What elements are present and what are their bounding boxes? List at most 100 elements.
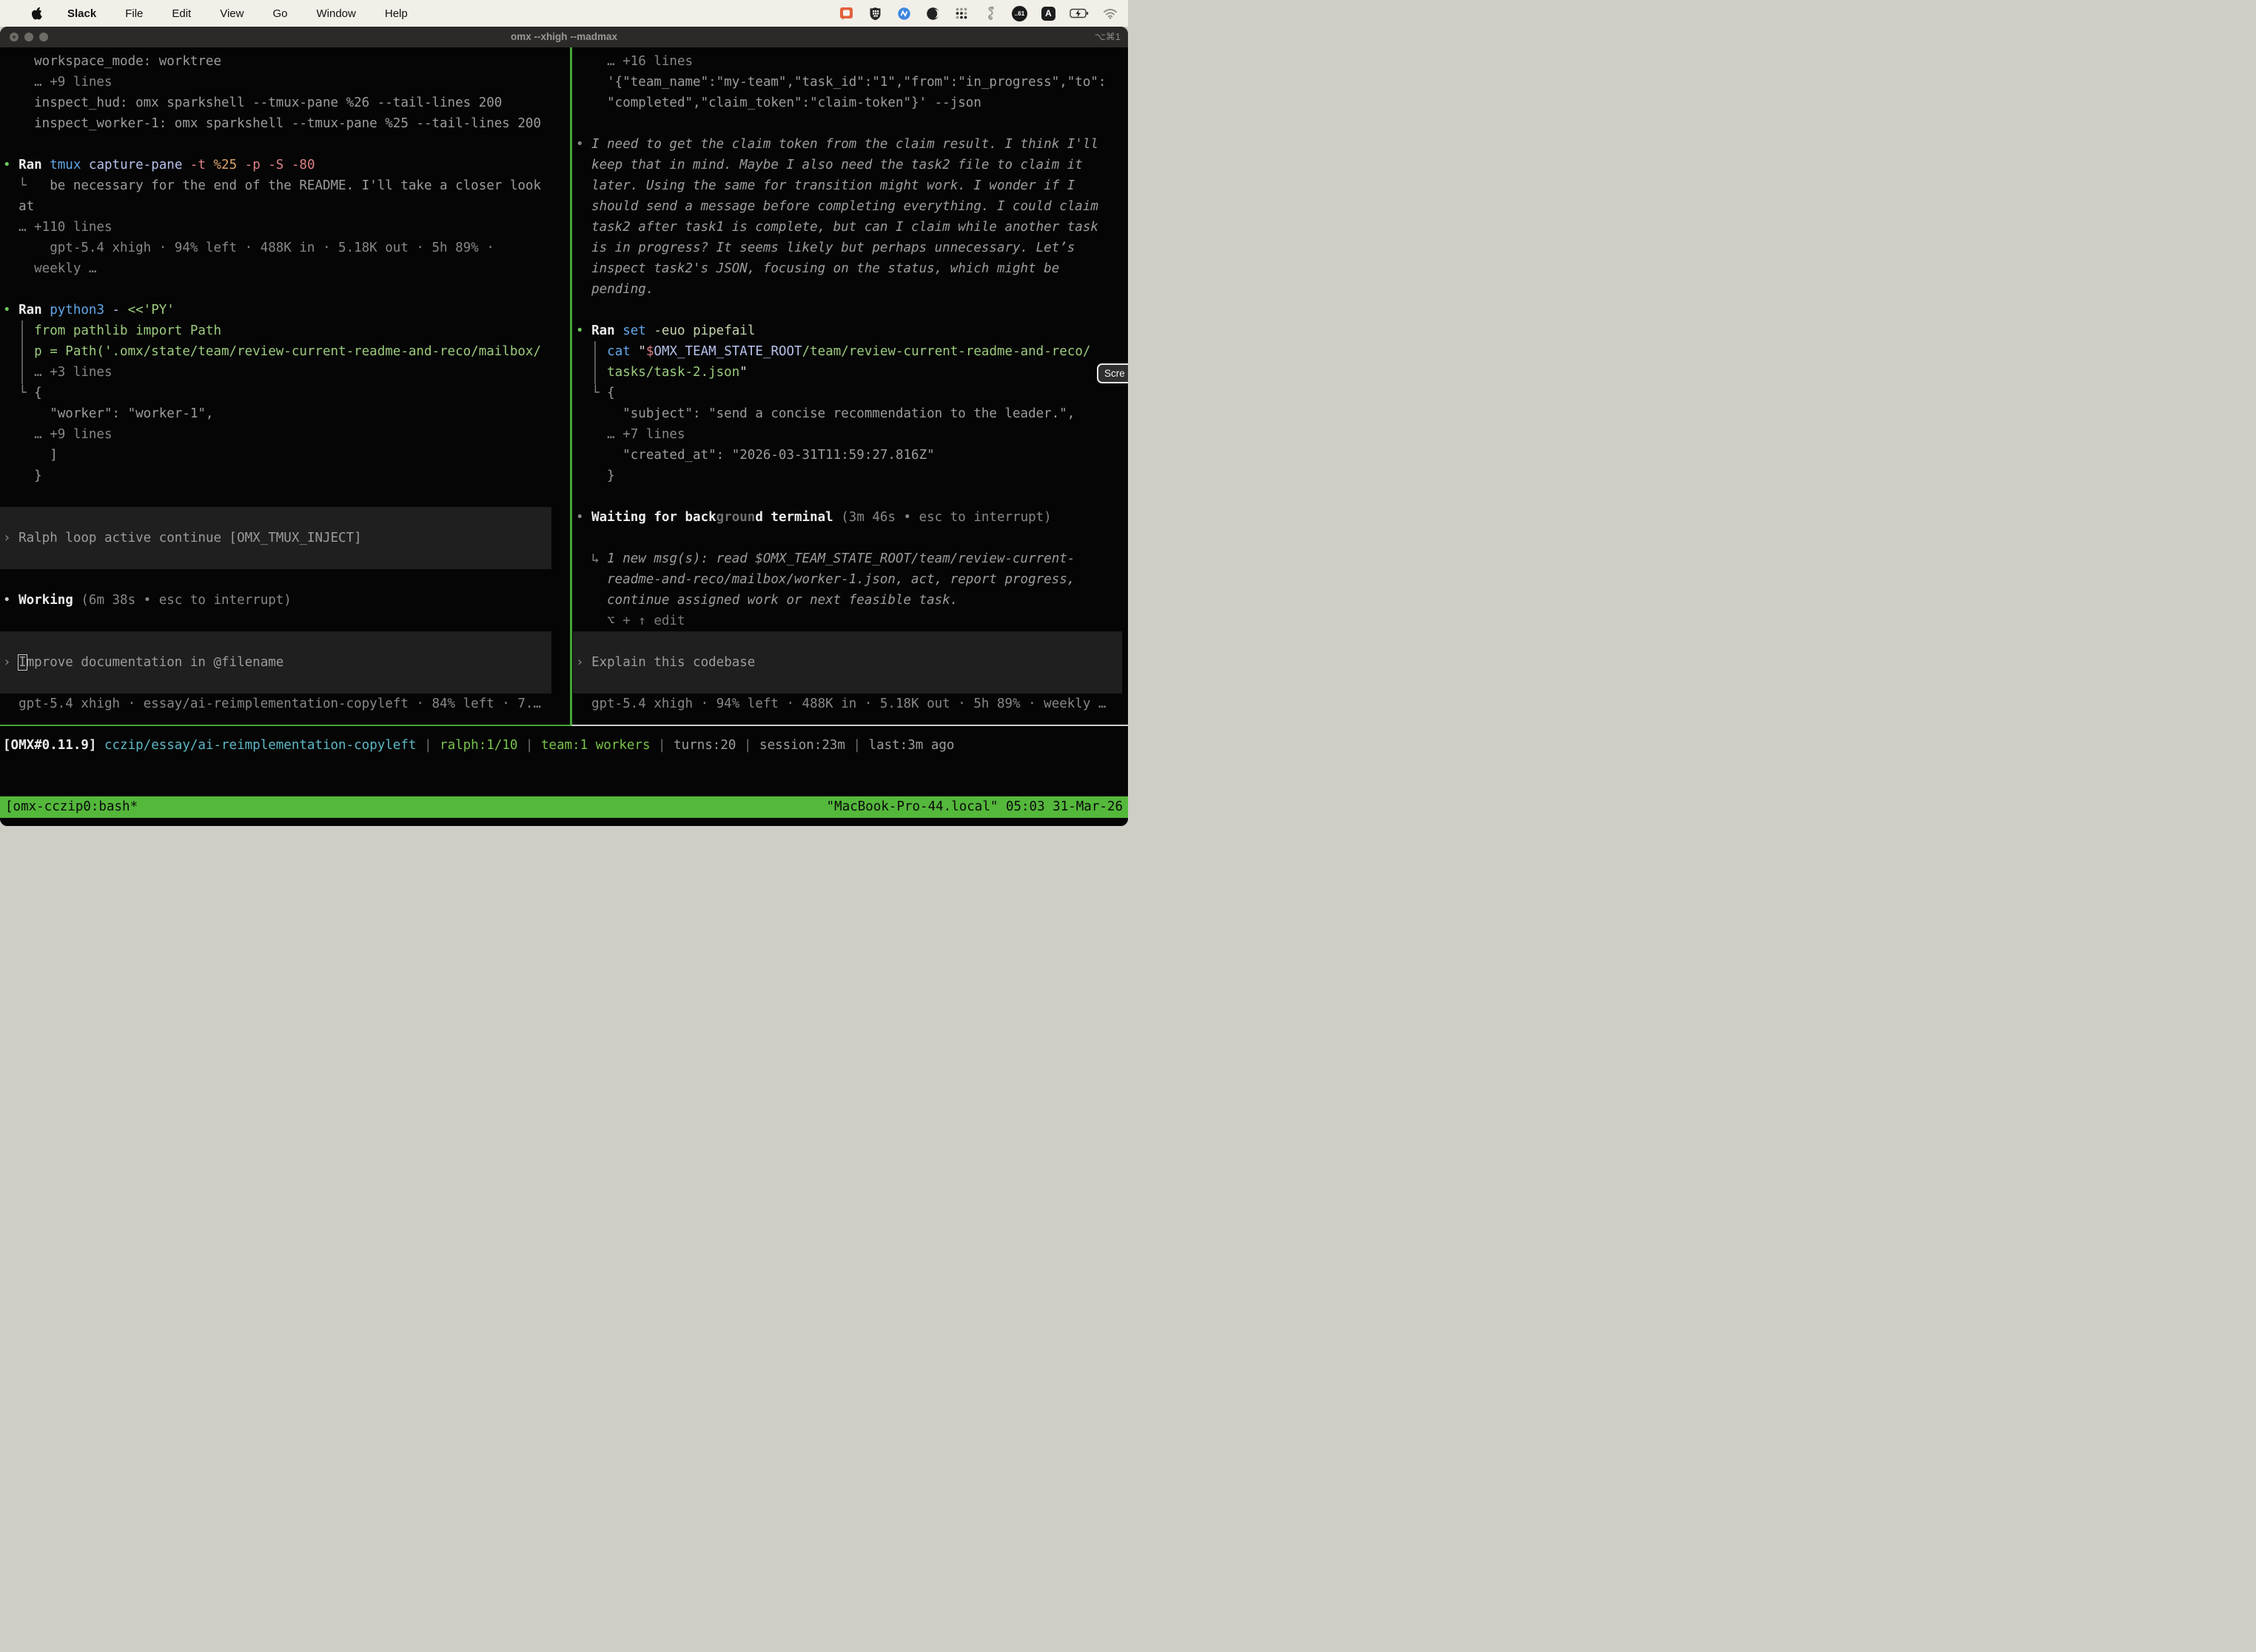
terminal-line: keep that in mind. Maybe I also need the… bbox=[576, 155, 1128, 175]
right-pane-lines: … +16 lines '{"team_name":"my-team","tas… bbox=[576, 51, 1128, 714]
tmux-host-clock: "MacBook-Pro-44.local" 05:03 31-Mar-26 bbox=[827, 796, 1123, 818]
terminal-line: [OMX#0.11.9] cczip/essay/ai-reimplementa… bbox=[3, 735, 1128, 756]
tmux-status-bar: [omx-cczip0:bash* "MacBook-Pro-44.local"… bbox=[0, 796, 1128, 818]
pane-divider[interactable] bbox=[570, 47, 572, 726]
terminal-line bbox=[3, 548, 570, 569]
terminal-line: readme-and-reco/mailbox/worker-1.json, a… bbox=[576, 569, 1128, 590]
terminal-line bbox=[576, 631, 1128, 652]
terminal-line bbox=[3, 279, 570, 300]
terminal-line: • Ran python3 - <<'PY' bbox=[3, 300, 570, 320]
terminal-line: weekly … bbox=[3, 258, 570, 279]
terminal-line bbox=[576, 528, 1128, 548]
terminal-line: continue assigned work or next feasible … bbox=[576, 590, 1128, 611]
terminal-line bbox=[3, 507, 570, 528]
terminal-line bbox=[576, 113, 1128, 134]
terminal-line bbox=[3, 486, 570, 507]
terminal-line: "subject": "send a concise recommendatio… bbox=[576, 403, 1128, 424]
menu-item-help[interactable]: Help bbox=[385, 7, 408, 20]
terminal-line: └ be necessary for the end of the README… bbox=[3, 175, 570, 196]
terminal-line: … +9 lines bbox=[3, 72, 570, 93]
terminal-line: … +9 lines bbox=[3, 424, 570, 445]
screen-tooltip: Scre bbox=[1097, 363, 1128, 383]
terminal-line: task2 after task1 is complete, but can I… bbox=[576, 217, 1128, 238]
pane-border-inactive bbox=[571, 725, 1128, 726]
terminal-line: tasks/task-2.json" bbox=[576, 362, 1128, 383]
terminal-line: • Waiting for background terminal (3m 46… bbox=[576, 507, 1128, 528]
terminal-line: › Improve documentation in @filename bbox=[3, 652, 570, 673]
terminal-line: … +3 lines bbox=[3, 362, 570, 383]
terminal-line: } bbox=[576, 466, 1128, 486]
menu-item-go[interactable]: Go bbox=[272, 7, 287, 20]
shield-grid-icon[interactable] bbox=[867, 6, 882, 21]
terminal-line bbox=[3, 569, 570, 590]
terminal-line: • Ran set -euo pipefail bbox=[576, 320, 1128, 341]
dots-grid-icon[interactable] bbox=[954, 6, 969, 21]
terminal-content: workspace_mode: worktree … +9 lines insp… bbox=[0, 47, 1128, 796]
omx-hud-status: [OMX#0.11.9] cczip/essay/ai-reimplementa… bbox=[0, 735, 1128, 756]
terminal-line: … +7 lines bbox=[576, 424, 1128, 445]
terminal-line: p = Path('.omx/state/team/review-current… bbox=[3, 341, 570, 362]
pane-left[interactable]: workspace_mode: worktree … +9 lines insp… bbox=[0, 47, 570, 725]
terminal-line: later. Using the same for transition mig… bbox=[576, 175, 1128, 196]
chat-app-icon[interactable] bbox=[839, 6, 853, 21]
terminal-line bbox=[3, 611, 570, 631]
menu-item-view[interactable]: View bbox=[220, 7, 244, 20]
terminal-line: is in progress? It seems likely but perh… bbox=[576, 238, 1128, 258]
terminal-line: └ { bbox=[576, 383, 1128, 403]
terminal-line: ] bbox=[3, 445, 570, 466]
terminal-line: pending. bbox=[576, 279, 1128, 300]
terminal-line: › Ralph loop active continue [OMX_TMUX_I… bbox=[3, 528, 570, 548]
terminal-line: • I need to get the claim token from the… bbox=[576, 134, 1128, 155]
terminal-line: … +16 lines bbox=[576, 51, 1128, 72]
menu-bar: Slack File Edit View Go Window Help ..61 A bbox=[0, 0, 1128, 27]
pane-right[interactable]: … +16 lines '{"team_name":"my-team","tas… bbox=[572, 47, 1128, 725]
menu-item-file[interactable]: File bbox=[125, 7, 143, 20]
menu-items: Slack File Edit View Go Window Help bbox=[67, 7, 408, 20]
terminal-line: gpt-5.4 xhigh · 94% left · 488K in · 5.1… bbox=[576, 694, 1128, 714]
window-shortcut: ⌥⌘1 bbox=[1095, 27, 1121, 47]
squiggle-icon[interactable] bbox=[983, 6, 998, 21]
terminal-line: • Working (6m 38s • esc to interrupt) bbox=[3, 590, 570, 611]
terminal-line: "worker": "worker-1", bbox=[3, 403, 570, 424]
terminal-line: } bbox=[3, 466, 570, 486]
terminal-line: › Explain this codebase bbox=[576, 652, 1128, 673]
terminal-window: omx --xhigh --madmax ⌥⌘1 workspace_mode:… bbox=[0, 27, 1128, 826]
terminal-line bbox=[3, 631, 570, 652]
battery-charging-icon[interactable] bbox=[1070, 6, 1089, 21]
pane-border-active bbox=[0, 725, 571, 726]
terminal-line: inspect_worker-1: omx sparkshell --tmux-… bbox=[3, 113, 570, 134]
terminal-line: ↳ 1 new msg(s): read $OMX_TEAM_STATE_ROO… bbox=[576, 548, 1128, 569]
terminal-line: "completed","claim_token":"claim-token"}… bbox=[576, 93, 1128, 113]
tmux-session-name[interactable]: [omx-cczip0:bash* bbox=[5, 796, 138, 818]
terminal-line: "created_at": "2026-03-31T11:59:27.816Z" bbox=[576, 445, 1128, 466]
terminal-line: at bbox=[3, 196, 570, 217]
window-title: omx --xhigh --madmax bbox=[0, 27, 1128, 47]
terminal-line bbox=[3, 134, 570, 155]
terminal-line: … +110 lines bbox=[3, 217, 570, 238]
menu-item-window[interactable]: Window bbox=[317, 7, 356, 20]
terminal-line: should send a message before completing … bbox=[576, 196, 1128, 217]
crescent-circle-icon[interactable] bbox=[925, 6, 940, 21]
terminal-line: inspect task2's JSON, focusing on the st… bbox=[576, 258, 1128, 279]
terminal-line: └ { bbox=[3, 383, 570, 403]
menu-item-slack[interactable]: Slack bbox=[67, 7, 96, 20]
window-titlebar[interactable]: omx --xhigh --madmax ⌥⌘1 bbox=[0, 27, 1128, 47]
wifi-icon[interactable] bbox=[1103, 6, 1118, 21]
count-badge-icon[interactable]: ..61 bbox=[1012, 6, 1027, 21]
apple-icon[interactable] bbox=[31, 7, 42, 20]
blue-bolt-icon[interactable] bbox=[896, 6, 911, 21]
terminal-line: gpt-5.4 xhigh · 94% left · 488K in · 5.1… bbox=[3, 238, 570, 258]
window-footer bbox=[0, 818, 1128, 826]
terminal-line bbox=[576, 300, 1128, 320]
terminal-line: • Ran tmux capture-pane -t %25 -p -S -80 bbox=[3, 155, 570, 175]
terminal-line: cat "$OMX_TEAM_STATE_ROOT/team/review-cu… bbox=[576, 341, 1128, 362]
a-key-icon[interactable]: A bbox=[1041, 7, 1055, 21]
left-pane-lines: workspace_mode: worktree … +9 lines insp… bbox=[3, 51, 570, 714]
terminal-line: from pathlib import Path bbox=[3, 320, 570, 341]
menu-status-icons: ..61 A bbox=[839, 6, 1118, 21]
terminal-line: '{"team_name":"my-team","task_id":"1","f… bbox=[576, 72, 1128, 93]
terminal-line: gpt-5.4 xhigh · essay/ai-reimplementatio… bbox=[3, 694, 570, 714]
terminal-line: ⌥ + ↑ edit bbox=[576, 611, 1128, 631]
terminal-line: workspace_mode: worktree bbox=[3, 51, 570, 72]
menu-item-edit[interactable]: Edit bbox=[172, 7, 191, 20]
